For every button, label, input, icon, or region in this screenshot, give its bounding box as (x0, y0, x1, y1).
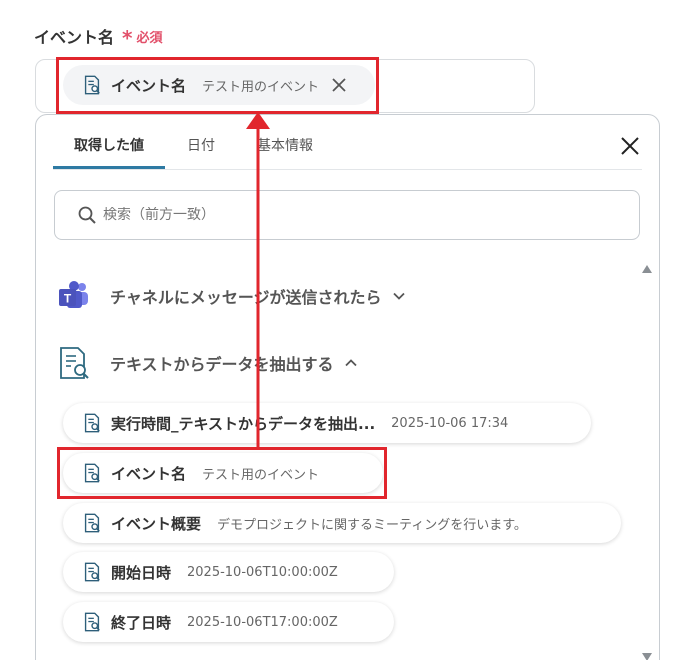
document-search-icon (60, 347, 89, 379)
value-chip-value: 2025-10-06T17:00:00Z (187, 614, 338, 630)
field-label: イベント名 * 必須 (34, 24, 163, 48)
svg-text:T: T (64, 292, 72, 306)
value-chip-start-datetime[interactable]: 開始日時 2025-10-06T10:00:00Z (63, 552, 394, 592)
value-chip-key: 開始日時 (111, 563, 172, 582)
value-chip-value: 2025-10-06 17:34 (391, 415, 509, 431)
search-input[interactable] (103, 207, 583, 223)
highlight-frame-selected (56, 57, 379, 114)
search-icon (78, 206, 96, 224)
section-title: チャネルにメッセージが送信されたら (110, 288, 382, 307)
value-chip-key: イベント概要 (111, 514, 202, 533)
scroll-down-arrow[interactable] (642, 653, 652, 660)
chevron-up-icon (344, 359, 357, 367)
tab-basic-info[interactable]: 基本情報 (257, 115, 313, 169)
teams-icon: T (59, 281, 88, 308)
field-label-text: イベント名 (34, 28, 115, 47)
tab-date[interactable]: 日付 (187, 115, 217, 169)
tab-divider (53, 169, 642, 170)
value-chip-value: 2025-10-06T10:00:00Z (187, 564, 338, 580)
value-chip-value: デモプロジェクトに関するミーティングを行います。 (217, 517, 527, 533)
scroll-up-arrow[interactable] (642, 265, 652, 273)
required-mark: * (122, 26, 133, 50)
section-extract-data[interactable]: テキストからデータを抽出する (56, 345, 358, 381)
value-chip-run-time[interactable]: 実行時間_テキストからデータを抽出... 2025-10-06 17:34 (63, 403, 591, 443)
search-box (54, 190, 640, 240)
value-chip-end-datetime[interactable]: 終了日時 2025-10-06T17:00:00Z (63, 602, 394, 642)
value-chip-key: 実行時間_テキストからデータを抽出... (111, 414, 376, 433)
tab-acquired-values[interactable]: 取得した値 (53, 115, 165, 169)
section-title: テキストからデータを抽出する (110, 355, 334, 374)
document-search-icon (84, 612, 100, 632)
highlight-frame-item (57, 447, 387, 499)
value-chip-key: 終了日時 (111, 613, 172, 632)
chevron-down-icon (392, 292, 405, 300)
tab-bar: 取得した値 日付 基本情報 (53, 115, 313, 169)
document-search-icon (84, 562, 100, 582)
value-chip-event-summary[interactable]: イベント概要 デモプロジェクトに関するミーティングを行います。 (63, 503, 621, 543)
document-search-icon (84, 513, 100, 533)
document-search-icon (84, 413, 100, 433)
close-icon[interactable] (619, 135, 641, 157)
required-text: 必須 (136, 30, 163, 46)
section-channel-message[interactable]: T チャネルにメッセージが送信されたら (56, 278, 406, 314)
